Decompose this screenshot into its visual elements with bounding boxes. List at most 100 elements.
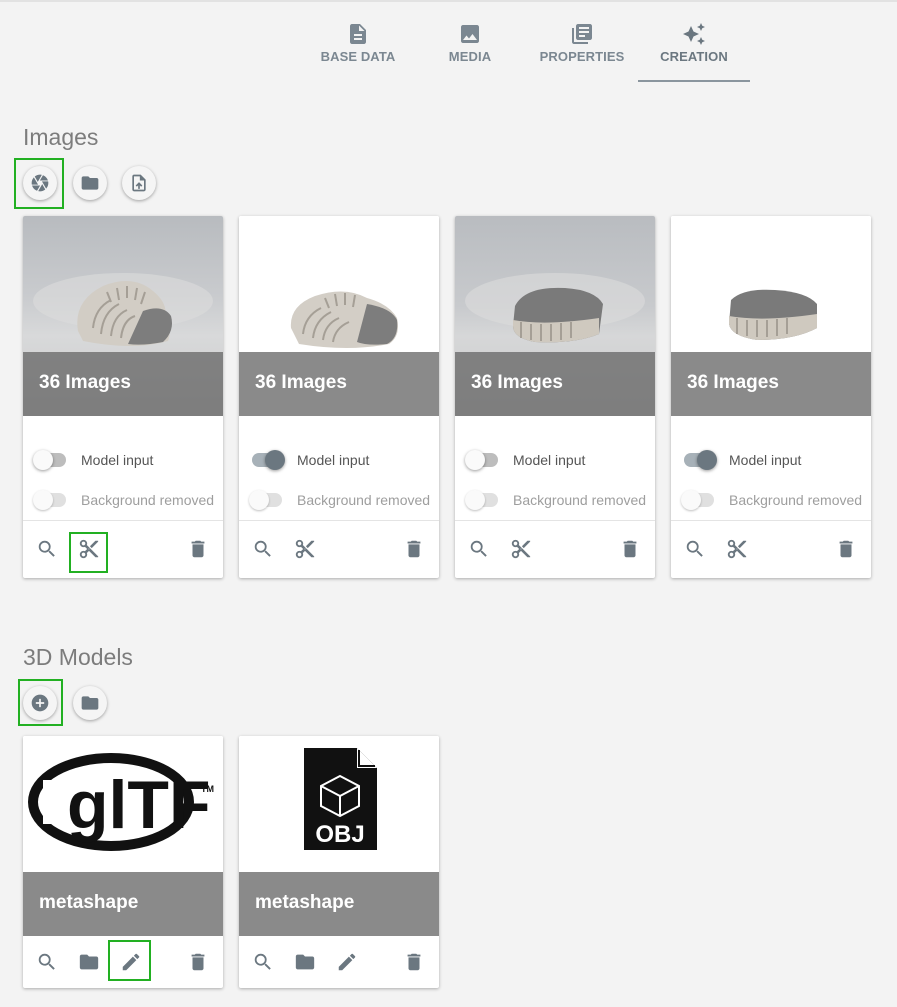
obj-logo-text: OBJ: [315, 821, 364, 848]
images-section-title: Images: [23, 124, 99, 150]
view-button[interactable]: [681, 535, 709, 563]
open-folder-button[interactable]: [75, 948, 103, 976]
card-actions: [239, 521, 439, 578]
model-thumbnail[interactable]: OBJ metashape: [239, 736, 439, 936]
background-removed-label: Background removed: [297, 492, 431, 508]
tab-label: PROPERTIES: [539, 49, 625, 64]
upload-file-button[interactable]: [122, 166, 156, 200]
highlight-box: [108, 940, 151, 981]
remove-background-button[interactable]: [291, 535, 319, 563]
svg-text:TM: TM: [201, 784, 214, 794]
model-input-toggle[interactable]: [249, 450, 285, 470]
folder-icon: [81, 696, 99, 710]
model-input-toggle[interactable]: [33, 450, 69, 470]
delete-button[interactable]: [400, 535, 428, 563]
image-count: 36 Images: [23, 352, 223, 416]
background-removed-row: Background removed: [23, 480, 223, 520]
view-button[interactable]: [33, 948, 61, 976]
tab-properties[interactable]: PROPERTIES: [526, 12, 638, 82]
background-removed-toggle[interactable]: [33, 490, 69, 510]
image-set-card: 36 Images Model input Background removed: [239, 216, 439, 578]
scissors-icon: [511, 539, 531, 559]
top-divider: [0, 0, 897, 2]
gltf-logo: glTF TM: [28, 753, 214, 851]
model-input-toggle[interactable]: [465, 450, 501, 470]
model-input-label: Model input: [513, 452, 586, 468]
model-card: OBJ metashape: [239, 736, 439, 988]
image-set-card: 36 Images Model input Background removed: [23, 216, 223, 578]
scissors-icon: [295, 539, 315, 559]
image-thumbnail[interactable]: 36 Images: [671, 216, 871, 416]
delete-button[interactable]: [184, 948, 212, 976]
trash-icon: [407, 953, 421, 971]
view-button[interactable]: [249, 948, 277, 976]
background-removed-toggle[interactable]: [681, 490, 717, 510]
tab-creation[interactable]: CREATION: [638, 12, 750, 82]
image-count: 36 Images: [455, 352, 655, 416]
search-icon: [254, 540, 271, 557]
pencil-icon: [338, 953, 356, 971]
delete-button[interactable]: [616, 535, 644, 563]
background-removed-row: Background removed: [671, 480, 871, 520]
tab-label: MEDIA: [448, 49, 492, 64]
delete-button[interactable]: [832, 535, 860, 563]
view-button[interactable]: [33, 535, 61, 563]
trash-icon: [191, 953, 205, 971]
trash-icon: [623, 540, 637, 558]
background-removed-label: Background removed: [729, 492, 863, 508]
background-removed-toggle[interactable]: [249, 490, 285, 510]
model-input-row: Model input: [455, 440, 655, 480]
models-section-title: 3D Models: [23, 644, 133, 670]
delete-button[interactable]: [184, 535, 212, 563]
scissors-icon: [727, 539, 747, 559]
obj-file-logo: OBJ: [304, 748, 377, 850]
search-icon: [686, 540, 703, 557]
tab-media[interactable]: MEDIA: [414, 12, 526, 82]
card-actions: [671, 521, 871, 578]
background-removed-label: Background removed: [513, 492, 647, 508]
highlight-box: [69, 532, 108, 573]
card-actions: [23, 521, 223, 578]
delete-button[interactable]: [400, 948, 428, 976]
model-input-label: Model input: [297, 452, 370, 468]
folder-icon: [79, 954, 99, 970]
toggle-group: Model input Background removed: [671, 416, 871, 521]
toggle-group: Model input Background removed: [239, 416, 439, 521]
gltf-logo-text: glTF: [67, 767, 211, 843]
model-input-label: Model input: [81, 452, 154, 468]
image-thumbnail[interactable]: 36 Images: [239, 216, 439, 416]
document-icon: [350, 24, 366, 44]
background-removed-row: Background removed: [239, 480, 439, 520]
toggle-group: Model input Background removed: [23, 416, 223, 521]
tab-label: CREATION: [660, 49, 728, 64]
library-books-icon: [572, 24, 592, 44]
model-input-row: Model input: [23, 440, 223, 480]
open-folder-button[interactable]: [73, 686, 107, 720]
image-count: 36 Images: [671, 352, 871, 416]
view-button[interactable]: [249, 535, 277, 563]
remove-background-button[interactable]: [723, 535, 751, 563]
open-folder-button[interactable]: [73, 166, 107, 200]
tab-base-data[interactable]: BASE DATA: [302, 12, 414, 82]
image-thumbnail[interactable]: 36 Images: [455, 216, 655, 416]
model-input-toggle[interactable]: [681, 450, 717, 470]
model-input-label: Model input: [729, 452, 802, 468]
highlight-box: [14, 158, 64, 209]
edit-button[interactable]: [333, 948, 361, 976]
tab-label: BASE DATA: [320, 49, 396, 64]
remove-background-button[interactable]: [507, 535, 535, 563]
tab-bar: BASE DATA MEDIA PROPERTIES CREATION: [302, 12, 750, 82]
model-name: metashape: [23, 872, 223, 936]
open-folder-button[interactable]: [291, 948, 319, 976]
background-removed-toggle[interactable]: [465, 490, 501, 510]
view-button[interactable]: [465, 535, 493, 563]
image-thumbnail[interactable]: 36 Images: [23, 216, 223, 416]
folder-icon: [81, 176, 99, 190]
model-input-row: Model input: [239, 440, 439, 480]
model-name: metashape: [239, 872, 439, 936]
background-removed-row: Background removed: [455, 480, 655, 520]
search-icon: [38, 953, 55, 970]
trash-icon: [407, 540, 421, 558]
model-thumbnail[interactable]: glTF TM metashape: [23, 736, 223, 936]
image-set-card: 36 Images Model input Background removed: [671, 216, 871, 578]
